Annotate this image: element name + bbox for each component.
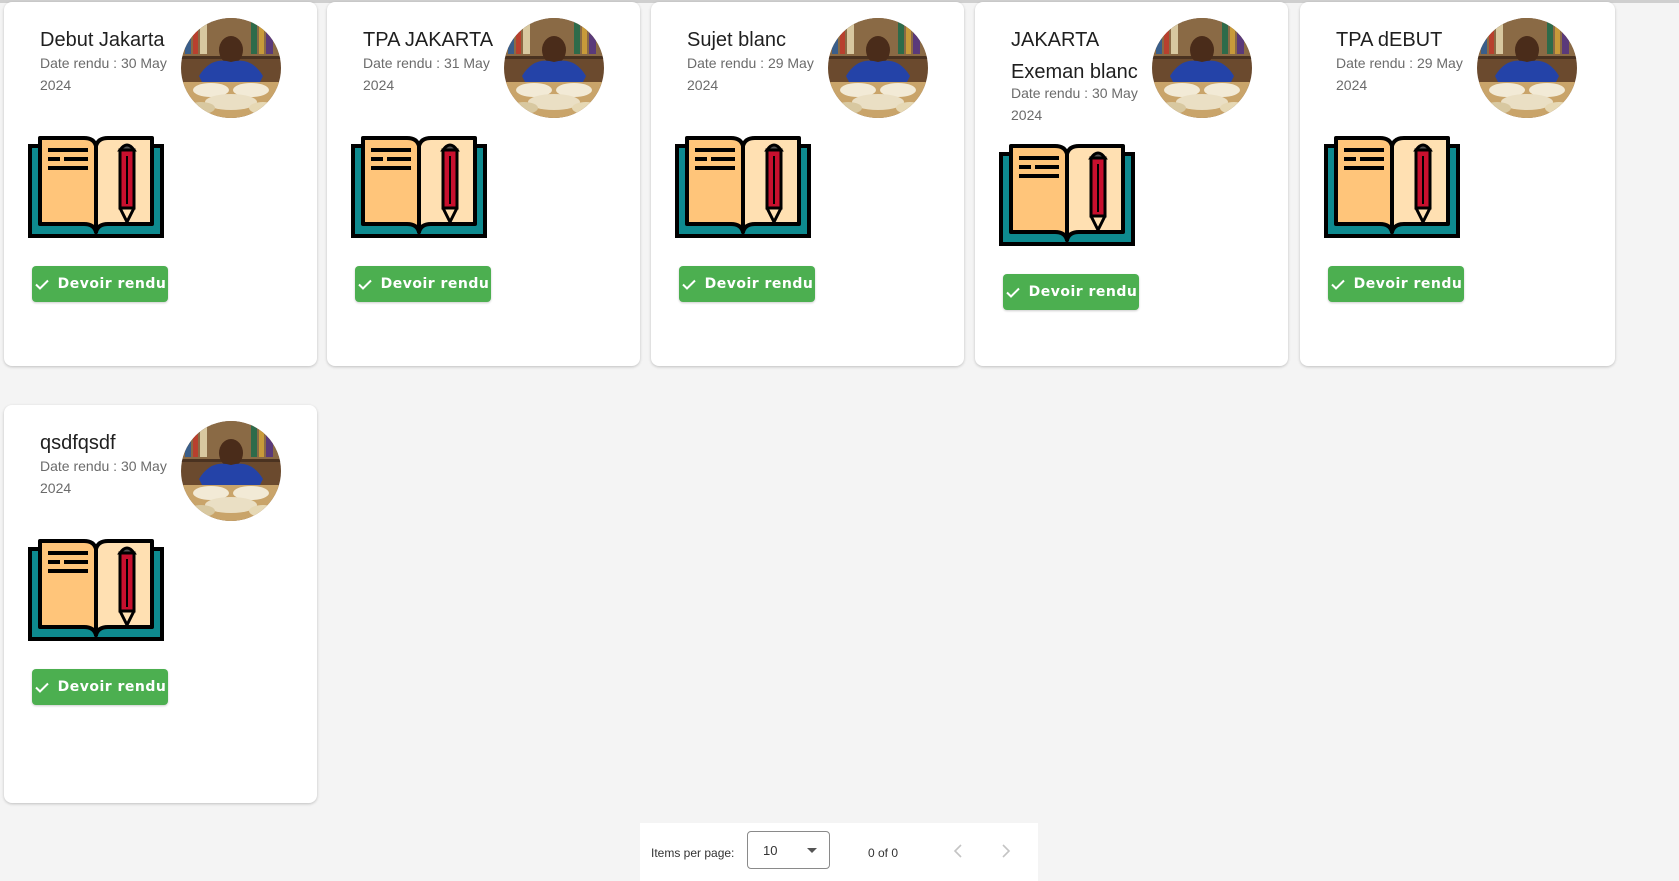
devoir-rendu-button[interactable]: Devoir rendu xyxy=(355,266,491,302)
items-per-page-select[interactable]: 10 xyxy=(747,831,830,869)
button-label: Devoir rendu xyxy=(380,276,490,292)
open-book-with-pencil-icon xyxy=(351,134,487,240)
card-date: Date rendu : 30 May 2024 xyxy=(1011,85,1138,123)
button-label: Devoir rendu xyxy=(704,276,814,292)
open-book-with-pencil-icon xyxy=(28,537,164,643)
avatar-image xyxy=(1477,18,1577,118)
open-book-with-pencil-icon xyxy=(28,134,164,240)
card-date: Date rendu : 29 May 2024 xyxy=(1336,55,1463,93)
assignment-card: Debut Jakarta Date rendu : 30 May 2024 D… xyxy=(4,2,317,366)
check-icon xyxy=(1330,276,1346,292)
assignment-card: TPA dEBUT Date rendu : 29 May 2024 Devoi… xyxy=(1300,2,1615,366)
dropdown-arrow-icon xyxy=(807,848,817,853)
button-label: Devoir rendu xyxy=(57,679,167,695)
devoir-rendu-button[interactable]: Devoir rendu xyxy=(1328,266,1464,302)
next-page-button[interactable] xyxy=(994,839,1018,863)
items-per-page-label: Items per page: xyxy=(651,846,735,860)
check-icon xyxy=(34,276,50,292)
check-icon xyxy=(34,679,50,695)
chevron-right-icon xyxy=(1002,844,1011,858)
devoir-rendu-button[interactable]: Devoir rendu xyxy=(32,669,168,705)
card-title: JAKARTA Exeman blanc xyxy=(1011,29,1138,83)
open-book-with-pencil-icon xyxy=(999,142,1135,248)
avatar-image xyxy=(181,18,281,118)
avatar-image xyxy=(1152,18,1252,118)
open-book-with-pencil-icon xyxy=(1324,134,1460,240)
open-book-with-pencil-icon xyxy=(675,134,811,240)
button-label: Devoir rendu xyxy=(1028,284,1138,300)
previous-page-button[interactable] xyxy=(946,839,970,863)
card-date: Date rendu : 29 May 2024 xyxy=(687,55,814,93)
items-per-page-value: 10 xyxy=(763,843,778,858)
check-icon xyxy=(681,276,697,292)
button-label: Devoir rendu xyxy=(1353,276,1463,292)
avatar-image xyxy=(504,18,604,118)
avatar-image xyxy=(181,421,281,521)
avatar-image xyxy=(828,18,928,118)
assignment-card: Sujet blanc Date rendu : 29 May 2024 Dev… xyxy=(651,2,964,366)
devoir-rendu-button[interactable]: Devoir rendu xyxy=(679,266,815,302)
chevron-left-icon xyxy=(953,844,962,858)
check-icon xyxy=(1005,284,1021,300)
assignment-card: TPA JAKARTA Date rendu : 31 May 2024 Dev… xyxy=(327,2,640,366)
devoir-rendu-button[interactable]: Devoir rendu xyxy=(1003,274,1139,310)
assignment-card: JAKARTA Exeman blanc Date rendu : 30 May… xyxy=(975,2,1288,366)
assignment-card: qsdfqsdf Date rendu : 30 May 2024 Devoir… xyxy=(4,405,317,803)
card-date: Date rendu : 31 May 2024 xyxy=(363,55,490,93)
button-label: Devoir rendu xyxy=(57,276,167,292)
card-date: Date rendu : 30 May 2024 xyxy=(40,458,167,496)
paginator: Items per page: 10 0 of 0 xyxy=(640,823,1038,881)
card-date: Date rendu : 30 May 2024 xyxy=(40,55,167,93)
page-range-label: 0 of 0 xyxy=(868,846,899,860)
devoir-rendu-button[interactable]: Devoir rendu xyxy=(32,266,168,302)
check-icon xyxy=(357,276,373,292)
